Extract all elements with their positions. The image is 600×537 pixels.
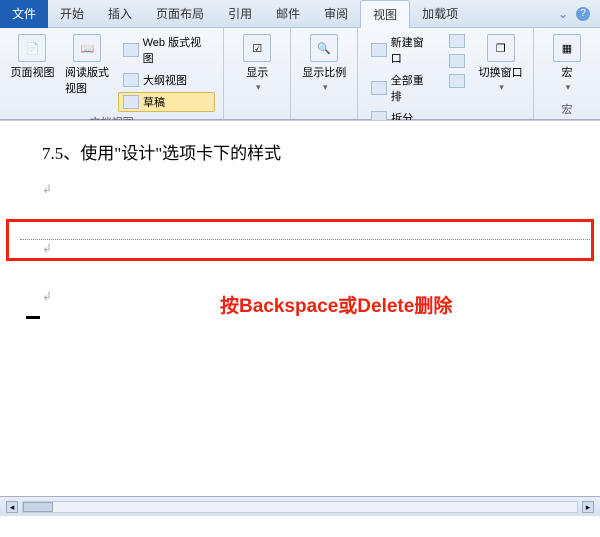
reset-pos-icon (449, 74, 465, 88)
arrange-all-icon (371, 81, 387, 95)
tab-addins[interactable]: 加载项 (410, 0, 470, 28)
chevron-down-icon: ▾ (323, 82, 328, 93)
switch-window-label: 切换窗口 (479, 64, 523, 80)
new-window-label: 新建窗口 (391, 34, 433, 66)
scroll-thumb[interactable] (23, 502, 53, 512)
web-view-button[interactable]: Web 版式视图 (118, 32, 215, 68)
web-view-label: Web 版式视图 (143, 34, 211, 66)
show-icon: ☑ (243, 34, 271, 62)
tab-references[interactable]: 引用 (216, 0, 264, 28)
outline-icon (123, 73, 139, 87)
switch-window-icon: ❐ (487, 34, 515, 62)
group-zoom: 🔍 显示比例 ▾ (291, 28, 358, 119)
group-show: ☑ 显示 ▾ (224, 28, 291, 119)
help-icon[interactable]: ? (576, 7, 590, 21)
chevron-down-icon: ▾ (566, 82, 571, 93)
draft-label: 草稿 (143, 94, 165, 110)
reset-pos-button[interactable] (444, 72, 470, 90)
document-heading: 7.5、使用"设计"选项卡下的样式 (42, 139, 570, 164)
tab-file[interactable]: 文件 (0, 0, 48, 28)
tab-home[interactable]: 开始 (48, 0, 96, 28)
group-show-label (232, 115, 282, 117)
side-by-side-icon (449, 34, 465, 48)
draft-view-button[interactable]: 草稿 (118, 92, 215, 112)
tab-view[interactable]: 视图 (360, 0, 410, 28)
zoom-button[interactable]: 🔍 显示比例 ▾ (299, 32, 349, 95)
scroll-right-button[interactable]: ▸ (582, 501, 594, 513)
read-view-button[interactable]: 📖 阅读版式视图 (63, 32, 112, 98)
horizontal-scrollbar[interactable] (22, 501, 578, 513)
web-view-icon (123, 43, 139, 57)
page-view-button[interactable]: 📄 页面视图 (8, 32, 57, 82)
zoom-label: 显示比例 (302, 64, 346, 80)
read-view-label: 阅读版式视图 (65, 64, 110, 96)
macro-button[interactable]: ▦ 宏 ▾ (542, 32, 592, 95)
macro-label: 宏 (562, 64, 573, 80)
status-bar: ◂ ▸ (0, 496, 600, 516)
paragraph-mark: ↲ (42, 241, 52, 255)
outline-view-button[interactable]: 大纲视图 (118, 70, 215, 90)
sync-scroll-button[interactable] (444, 52, 470, 70)
chevron-down-icon: ▾ (499, 82, 504, 93)
chevron-down-icon: ▾ (256, 82, 261, 93)
tab-review[interactable]: 审阅 (312, 0, 360, 28)
macro-icon: ▦ (553, 34, 581, 62)
switch-window-button[interactable]: ❐ 切换窗口 ▾ (476, 32, 525, 95)
read-view-icon: 📖 (73, 34, 101, 62)
group-macro: ▦ 宏 ▾ 宏 (534, 28, 600, 119)
show-label: 显示 (246, 64, 268, 80)
highlight-box (6, 219, 594, 261)
new-window-button[interactable]: 新建窗口 (366, 32, 438, 68)
tab-mail[interactable]: 邮件 (264, 0, 312, 28)
zoom-icon: 🔍 (310, 34, 338, 62)
group-macro-label: 宏 (542, 99, 592, 117)
tab-insert[interactable]: 插入 (96, 0, 144, 28)
group-document-views: 📄 页面视图 📖 阅读版式视图 Web 版式视图 大纲视图 草稿 文档视图 (0, 28, 224, 119)
group-window: 新建窗口 全部重排 拆分 ❐ 切换窗口 ▾ 窗口 (358, 28, 534, 119)
arrange-all-label: 全部重排 (391, 72, 433, 104)
outline-label: 大纲视图 (143, 72, 187, 88)
sync-scroll-icon (449, 54, 465, 68)
show-button[interactable]: ☑ 显示 ▾ (232, 32, 282, 95)
page-view-icon: 📄 (18, 34, 46, 62)
page-view-label: 页面视图 (10, 64, 54, 80)
tab-layout[interactable]: 页面布局 (144, 0, 216, 28)
paragraph-mark: ↲ (42, 182, 570, 197)
dotted-line (20, 239, 590, 240)
scroll-left-button[interactable]: ◂ (6, 501, 18, 513)
annotation-text: 按Backspace或Delete删除 (220, 291, 452, 318)
minimize-ribbon-icon[interactable]: ⌄ (558, 7, 568, 21)
document-area[interactable]: 7.5、使用"设计"选项卡下的样式 ↲ 按Backspace或Delete删除 … (0, 120, 600, 516)
arrange-all-button[interactable]: 全部重排 (366, 70, 438, 106)
text-cursor (26, 316, 40, 319)
group-zoom-label (299, 115, 349, 117)
new-window-icon (371, 43, 387, 57)
draft-icon (123, 95, 139, 109)
view-side-button[interactable] (444, 32, 470, 50)
paragraph-mark: ↲ (42, 289, 52, 303)
